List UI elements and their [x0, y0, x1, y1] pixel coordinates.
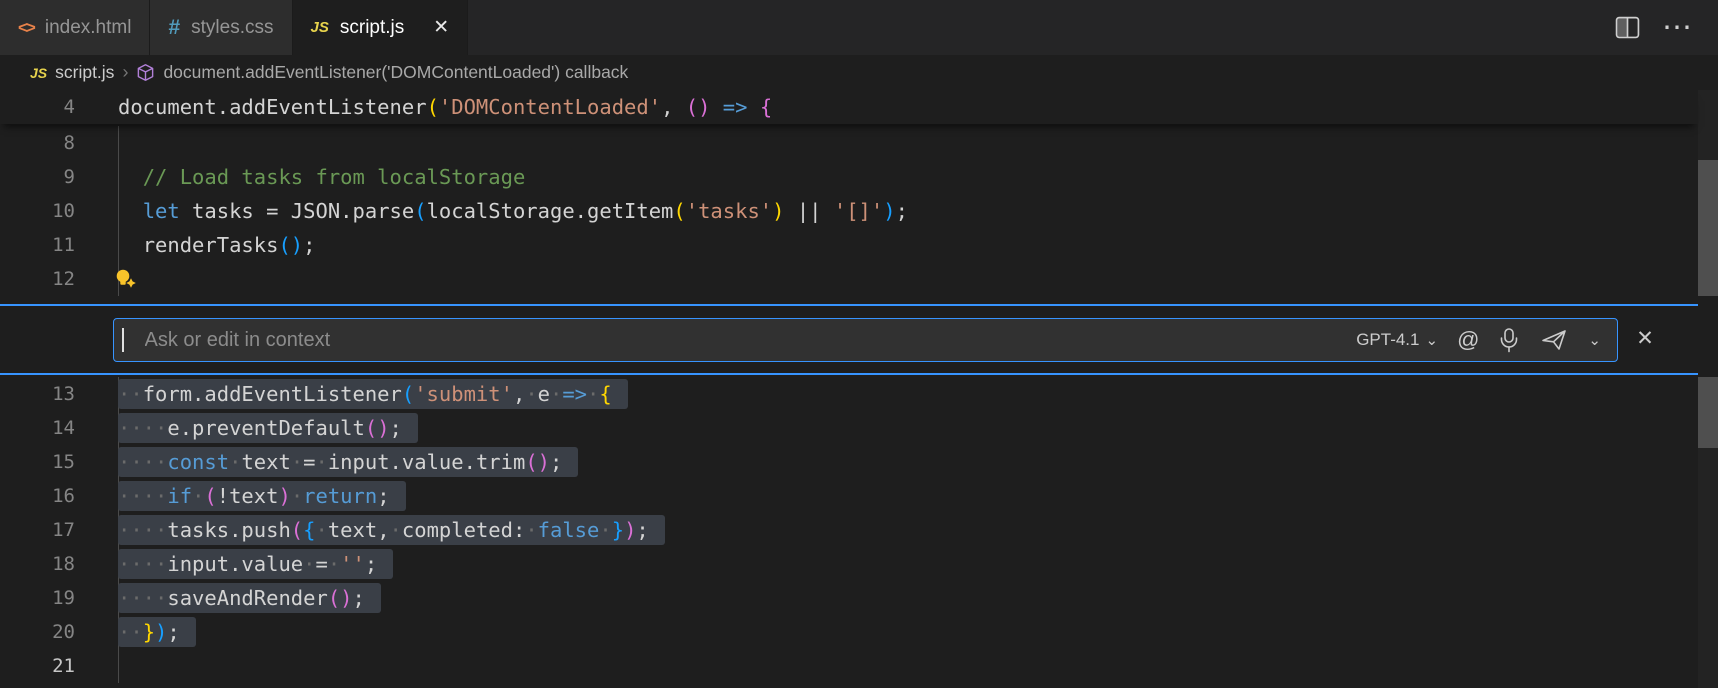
code-editor[interactable]: 4 document.addEventListener('DOMContentLo… [0, 90, 1718, 688]
tab-index-html[interactable]: <> index.html [0, 0, 150, 55]
line-number: 11 [0, 228, 75, 262]
code-text: ····saveAndRender(); [118, 581, 381, 615]
code-line-12[interactable]: 12 [0, 262, 1698, 296]
text-cursor [122, 328, 124, 352]
sticky-scroll-line[interactable]: 4 document.addEventListener('DOMContentLo… [0, 90, 1698, 124]
breadcrumb-file[interactable]: script.js [55, 62, 114, 83]
tab-label: index.html [45, 17, 132, 39]
close-tab-icon[interactable]: ✕ [433, 16, 449, 39]
line-number: 14 [0, 411, 75, 445]
code-line-11[interactable]: 11 renderTasks(); [0, 228, 1698, 262]
line-number: 21 [0, 649, 75, 683]
attach-context-icon[interactable]: @ [1457, 327, 1479, 353]
line-number: 10 [0, 194, 75, 228]
chat-widget-bottom-border [0, 373, 1698, 375]
tab-script-js[interactable]: JS script.js ✕ [293, 0, 469, 55]
line-number: 8 [0, 126, 75, 160]
breadcrumb: JS script.js › document.addEventListener… [0, 55, 1718, 90]
selection-highlight: ····saveAndRender(); [118, 583, 381, 613]
symbol-cube-icon [136, 63, 155, 82]
code-line-8[interactable]: 8 [0, 126, 1698, 160]
css-file-icon: # [168, 16, 180, 40]
send-options-chevron-icon[interactable]: ⌄ [1588, 333, 1601, 348]
code-text: ··form.addEventListener('submit',·e·=>·{ [118, 377, 628, 411]
selection-highlight: ····tasks.push({·text,·completed:·false·… [118, 515, 665, 545]
chat-placeholder: Ask or edit in context [145, 329, 1338, 352]
code-text: renderTasks(); [118, 228, 315, 262]
code-line-19[interactable]: 19 ····saveAndRender(); [0, 581, 1698, 615]
inline-chat-input[interactable]: Ask or edit in context GPT-4.1 ⌄ @ [113, 318, 1618, 362]
code-line-9[interactable]: 9 // Load tasks from localStorage [0, 160, 1698, 194]
selection-highlight: ····const·text·=·input.value.trim(); [118, 447, 578, 477]
code-text: ····tasks.push({·text,·completed:·false·… [118, 513, 665, 547]
code-line-17[interactable]: 17 ····tasks.push({·text,·completed:·fals… [0, 513, 1698, 547]
code-line-14[interactable]: 14 ····e.preventDefault(); [0, 411, 1698, 445]
line-number: 4 [0, 90, 75, 124]
vertical-scrollbar [1698, 90, 1718, 688]
split-editor-icon[interactable] [1615, 16, 1640, 39]
vscode-window: <> index.html # styles.css JS script.js … [0, 0, 1718, 688]
code-text: ····const·text·=·input.value.trim(); [118, 445, 578, 479]
editor-actions: ⋯ [1615, 0, 1718, 55]
code-line-13[interactable]: 13 ··form.addEventListener('submit',·e·=>… [0, 377, 1698, 411]
code-text: document.addEventListener('DOMContentLoa… [118, 90, 772, 124]
line-number: 9 [0, 160, 75, 194]
code-line-21[interactable]: 21 [0, 649, 1698, 683]
tab-bar: <> index.html # styles.css JS script.js … [0, 0, 1718, 55]
chat-widget-top-border [0, 304, 1698, 306]
selection-highlight: ····input.value·=·''; [118, 549, 393, 579]
line-number: 20 [0, 615, 75, 649]
code-line-4[interactable]: 4 document.addEventListener('DOMContentLo… [0, 90, 1698, 124]
more-actions-icon[interactable]: ⋯ [1662, 13, 1694, 43]
chevron-down-icon: ⌄ [1426, 333, 1439, 348]
code-text: ····input.value·=·''; [118, 547, 393, 581]
js-file-icon: JS [311, 19, 329, 36]
code-lines-below: 13 ··form.addEventListener('submit',·e·=>… [0, 377, 1698, 683]
breadcrumb-symbol[interactable]: document.addEventListener('DOMContentLoa… [163, 62, 628, 83]
code-line-18[interactable]: 18 ····input.value·=·''; [0, 547, 1698, 581]
code-text: ··}); [118, 615, 196, 649]
chevron-right-icon: › [122, 62, 128, 83]
selection-highlight: ··}); [118, 617, 196, 647]
code-text: ····if·(!text)·return; [118, 479, 406, 513]
code-text: // Load tasks from localStorage [118, 160, 525, 194]
tab-styles-css[interactable]: # styles.css [150, 0, 292, 55]
line-number: 15 [0, 445, 75, 479]
code-line-15[interactable]: 15 ····const·text·=·input.value.trim(); [0, 445, 1698, 479]
inline-chat-widget: Ask or edit in context GPT-4.1 ⌄ @ [0, 296, 1718, 377]
code-lines-above: 89 // Load tasks from localStorage10 let… [0, 126, 1698, 296]
line-number: 13 [0, 377, 75, 411]
selection-highlight: ··form.addEventListener('submit',·e·=>·{ [118, 379, 628, 409]
tab-label: script.js [340, 17, 404, 39]
code-text: let tasks = JSON.parse(localStorage.getI… [118, 194, 908, 228]
model-picker[interactable]: GPT-4.1 ⌄ [1356, 330, 1438, 350]
send-icon[interactable] [1539, 328, 1569, 352]
copilot-lightbulb-icon[interactable] [114, 267, 138, 291]
line-number: 17 [0, 513, 75, 547]
microphone-icon[interactable] [1498, 327, 1520, 353]
code-line-16[interactable]: 16 ····if·(!text)·return; [0, 479, 1698, 513]
line-number: 18 [0, 547, 75, 581]
close-icon[interactable]: ✕ [1632, 326, 1658, 352]
selection-highlight: ····e.preventDefault(); [118, 413, 418, 443]
model-label: GPT-4.1 [1356, 330, 1419, 350]
code-line-10[interactable]: 10 let tasks = JSON.parse(localStorage.g… [0, 194, 1698, 228]
html-file-icon: <> [18, 18, 34, 38]
tab-label: styles.css [191, 17, 273, 39]
line-number: 19 [0, 581, 75, 615]
selection-highlight: ····if·(!text)·return; [118, 481, 406, 511]
line-number: 16 [0, 479, 75, 513]
code-text: ····e.preventDefault(); [118, 411, 418, 445]
code-line-20[interactable]: 20 ··}); [0, 615, 1698, 649]
js-file-icon: JS [30, 65, 47, 81]
line-number: 12 [0, 262, 75, 296]
